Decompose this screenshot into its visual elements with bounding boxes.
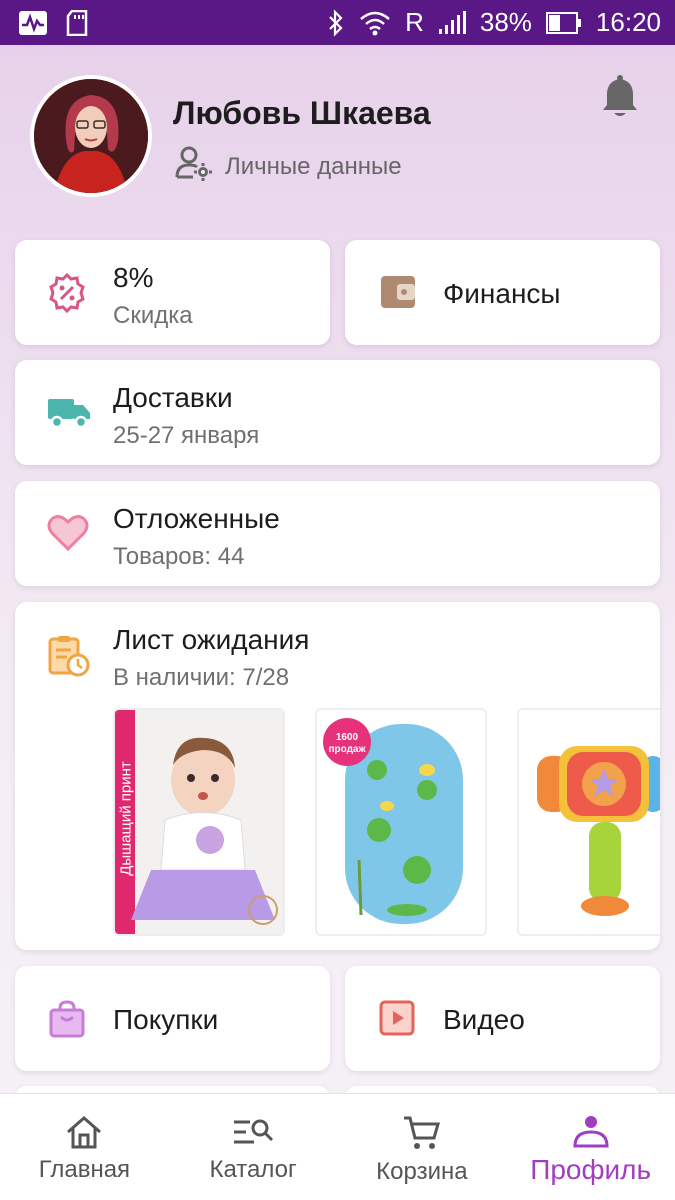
nav-home[interactable]: Главная <box>0 1094 169 1200</box>
saved-count: Товаров: 44 <box>113 543 245 570</box>
wallet-icon <box>379 274 417 315</box>
waitlist-title: Лист ожидания <box>113 624 310 655</box>
purchases-label: Покупки <box>113 1004 219 1035</box>
nav-profile-label: Профиль <box>530 1154 652 1185</box>
waitlist-availability: В наличии: 7/28 <box>113 664 290 691</box>
discount-value: 8% <box>113 262 154 293</box>
sd-card-icon <box>66 9 88 36</box>
nav-catalog[interactable]: Каталог <box>169 1094 338 1200</box>
carrier-indicator: R <box>405 7 424 37</box>
product-thumb[interactable] <box>517 708 660 936</box>
bottom-navigation: Главная Каталог Корзина Профиль <box>0 1093 675 1200</box>
product-photo-toy-hammer <box>519 710 660 934</box>
discount-label: Скидка <box>113 302 193 329</box>
avatar-photo <box>34 79 148 193</box>
nav-cart[interactable]: Корзина <box>338 1094 507 1200</box>
cart-icon <box>403 1116 440 1149</box>
deliveries-date: 25-27 января <box>113 422 260 449</box>
nav-cart-label: Корзина <box>376 1158 468 1185</box>
home-icon <box>67 1116 102 1149</box>
user-settings-icon <box>175 145 215 188</box>
profile-icon <box>573 1116 609 1148</box>
video-card[interactable]: Видео <box>345 966 660 1071</box>
nav-catalog-label: Каталог <box>209 1156 297 1183</box>
notifications-button[interactable] <box>600 75 640 124</box>
deliveries-card[interactable]: Доставки 25-27 января <box>15 360 660 465</box>
activity-monitor-icon <box>18 10 48 36</box>
saved-title: Отложенные <box>113 503 280 534</box>
wifi-icon <box>359 10 391 36</box>
discount-badge-icon <box>47 272 87 318</box>
product-badge: 1600 продаж <box>328 732 366 755</box>
purchases-card[interactable]: Покупки <box>15 966 330 1071</box>
discount-card[interactable]: 8% Скидка <box>15 240 330 345</box>
shopping-bag-icon <box>49 1000 85 1043</box>
finance-card[interactable]: Финансы <box>345 240 660 345</box>
battery-percent: 38% <box>479 7 532 37</box>
deliveries-title: Доставки <box>113 382 233 413</box>
bell-icon <box>603 75 637 116</box>
product-photo-child <box>115 710 283 934</box>
nav-profile[interactable]: Профиль <box>506 1094 675 1200</box>
waitlist-products: Дышащий принт 1600 продаж <box>113 708 660 936</box>
nav-home-label: Главная <box>38 1156 131 1183</box>
heart-icon <box>47 514 89 557</box>
waitlist-card[interactable]: Лист ожидания В наличии: 7/28 Дышащий пр… <box>15 602 660 950</box>
battery-icon <box>545 11 582 34</box>
bluetooth-icon <box>327 8 345 37</box>
user-name: Любовь Шкаева <box>173 95 431 131</box>
personal-data-label: Личные данные <box>225 152 402 180</box>
status-bar: R 38% 16:20 <box>0 0 675 45</box>
video-label: Видео <box>443 1004 525 1035</box>
avatar[interactable] <box>30 75 152 197</box>
product-label: Дышащий принт <box>117 761 135 876</box>
finance-label: Финансы <box>443 278 561 309</box>
catalog-search-icon <box>234 1119 274 1144</box>
clock: 16:20 <box>595 7 661 37</box>
product-thumb[interactable]: Дышащий принт <box>113 708 285 936</box>
saved-card[interactable]: Отложенные Товаров: 44 <box>15 481 660 586</box>
video-play-icon <box>379 1000 415 1041</box>
signal-icon <box>438 10 466 35</box>
personal-data-link[interactable]: Личные данные <box>175 145 402 188</box>
profile-header: Любовь Шкаева Личные данные <box>0 45 675 235</box>
clipboard-clock-icon <box>47 634 91 683</box>
product-thumb[interactable]: 1600 продаж <box>315 708 487 936</box>
truck-icon <box>47 395 91 434</box>
